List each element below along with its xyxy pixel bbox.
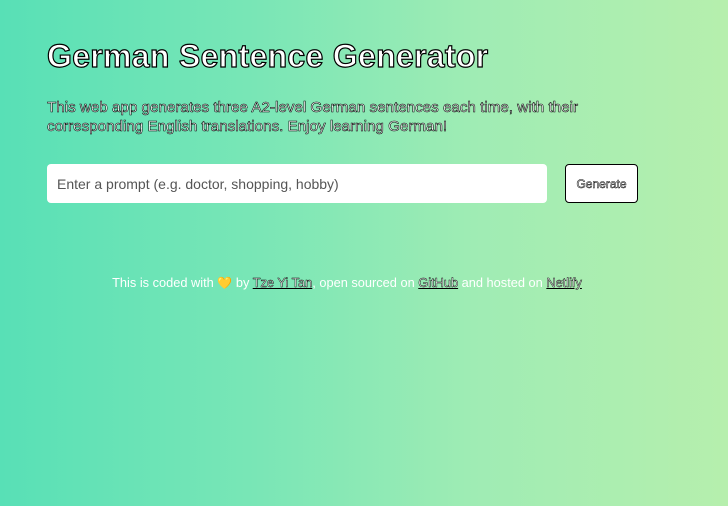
footer-text-by: by xyxy=(232,275,253,290)
footer: This is coded with 💛 by Tze Yi Tan, open… xyxy=(0,275,694,290)
netlify-link[interactable]: Netlify xyxy=(546,275,582,290)
footer-text-hosted: and hosted on xyxy=(458,275,547,290)
prompt-input[interactable] xyxy=(47,164,547,203)
footer-text-coded: This is coded with xyxy=(112,275,218,290)
heart-icon: 💛 xyxy=(217,276,233,290)
page-title: German Sentence Generator xyxy=(46,37,489,74)
page-description: This web app generates three A2-level Ge… xyxy=(47,99,579,136)
author-link[interactable]: Tze Yi Tan xyxy=(252,275,312,290)
footer-text-open-sourced: , open sourced on xyxy=(312,275,419,290)
github-link[interactable]: GitHub xyxy=(418,275,458,290)
generate-button[interactable]: Generate xyxy=(565,164,638,203)
